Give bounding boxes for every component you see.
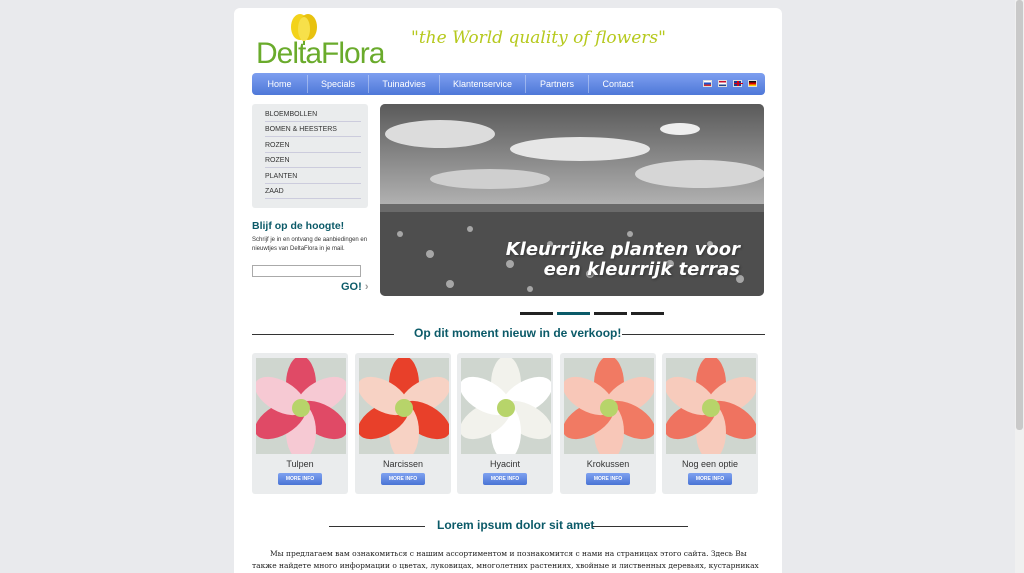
product-card[interactable]: Krokussen MORE INFO: [560, 353, 656, 494]
nav-contact[interactable]: Contact: [589, 73, 647, 95]
more-info-button[interactable]: MORE INFO: [483, 473, 527, 485]
divider-line: [252, 334, 394, 335]
category-menu: BLOEMBOLLEN BOMEN & HEESTERS ROZEN ROZEN…: [252, 104, 368, 208]
category-bloembollen[interactable]: BLOEMBOLLEN: [265, 111, 361, 122]
dutch-flag-icon[interactable]: [718, 80, 727, 87]
nav-partners[interactable]: Partners: [526, 73, 588, 95]
category-zaad[interactable]: ZAAD: [265, 188, 361, 199]
go-label: GO!: [341, 281, 362, 293]
russian-flag-icon[interactable]: [703, 80, 712, 87]
slide-caption: Kleurrijke planten voor een kleurrijk te…: [506, 240, 740, 280]
page-container: DeltaFlora "the World quality of flowers…: [234, 8, 782, 573]
more-info-button[interactable]: MORE INFO: [278, 473, 322, 485]
english-flag-icon[interactable]: [733, 80, 743, 87]
slider-dot-3[interactable]: [594, 312, 627, 315]
tagline: "the World quality of flowers": [411, 28, 666, 48]
newsletter-go-button[interactable]: GO! ›: [341, 281, 369, 293]
caption-line-2: een kleurrijk terras: [543, 259, 740, 280]
category-planten[interactable]: PLANTEN: [265, 173, 361, 184]
page-scrollbar[interactable]: [1015, 0, 1024, 573]
product-name: Krokussen: [586, 459, 630, 469]
language-selector: [703, 80, 757, 87]
main-navigation: Home Specials Tuinadvies Klantenservice …: [252, 73, 765, 95]
nav-tuinadvies[interactable]: Tuinadvies: [369, 73, 439, 95]
slider-dot-1[interactable]: [520, 312, 553, 315]
lorem-title: Lorem ipsum dolor sit amet: [437, 518, 595, 532]
german-flag-icon[interactable]: [748, 80, 757, 87]
product-card[interactable]: Narcissen MORE INFO: [355, 353, 451, 494]
newsletter-text: Schrijf je in en ontvang de aanbiedingen…: [252, 237, 368, 252]
category-bomen-heesters[interactable]: BOMEN & HEESTERS: [265, 126, 361, 137]
intro-text: Мы предлагаем вам ознакомиться с нашим а…: [252, 549, 759, 570]
category-rozen[interactable]: ROZEN: [265, 142, 361, 153]
divider-line: [622, 334, 765, 335]
product-image[interactable]: [564, 358, 654, 454]
logo[interactable]: DeltaFlora: [256, 13, 385, 73]
product-card[interactable]: Hyacint MORE INFO: [457, 353, 553, 494]
nav-home[interactable]: Home: [252, 73, 307, 95]
caption-line-1: Kleurrijke planten voor: [505, 239, 740, 260]
product-card[interactable]: Nog een optie MORE INFO: [662, 353, 758, 494]
category-rozen-2[interactable]: ROZEN: [265, 157, 361, 168]
product-name: Nog een optie: [681, 459, 739, 469]
product-name: Tulpen: [286, 459, 314, 469]
newsletter-email-input[interactable]: [252, 265, 361, 277]
product-name: Hyacint: [489, 459, 520, 469]
more-info-button[interactable]: MORE INFO: [381, 473, 425, 485]
nav-klantenservice[interactable]: Klantenservice: [440, 73, 525, 95]
newsletter-title: Blijf op de hoogte!: [252, 220, 345, 232]
scrollbar-thumb[interactable]: [1016, 0, 1023, 430]
product-image[interactable]: [666, 358, 756, 454]
new-products-title: Op dit moment nieuw in de verkoop!: [414, 326, 622, 340]
product-image[interactable]: [461, 358, 551, 454]
product-image[interactable]: [256, 358, 346, 454]
product-card[interactable]: Tulpen MORE INFO: [252, 353, 348, 494]
slider-dot-2[interactable]: [557, 312, 590, 315]
product-name: Narcissen: [382, 459, 423, 469]
chevron-right-icon: ›: [364, 281, 369, 293]
divider-line: [329, 526, 425, 527]
divider-line: [592, 526, 688, 527]
more-info-button[interactable]: MORE INFO: [688, 473, 732, 485]
brand-name: DeltaFlora: [256, 37, 385, 70]
hero-slider[interactable]: Kleurrijke planten voor een kleurrijk te…: [380, 104, 764, 296]
more-info-button[interactable]: MORE INFO: [586, 473, 630, 485]
nav-specials[interactable]: Specials: [308, 73, 368, 95]
product-image[interactable]: [359, 358, 449, 454]
slider-dot-4[interactable]: [631, 312, 664, 315]
slider-pagination: [520, 312, 664, 315]
